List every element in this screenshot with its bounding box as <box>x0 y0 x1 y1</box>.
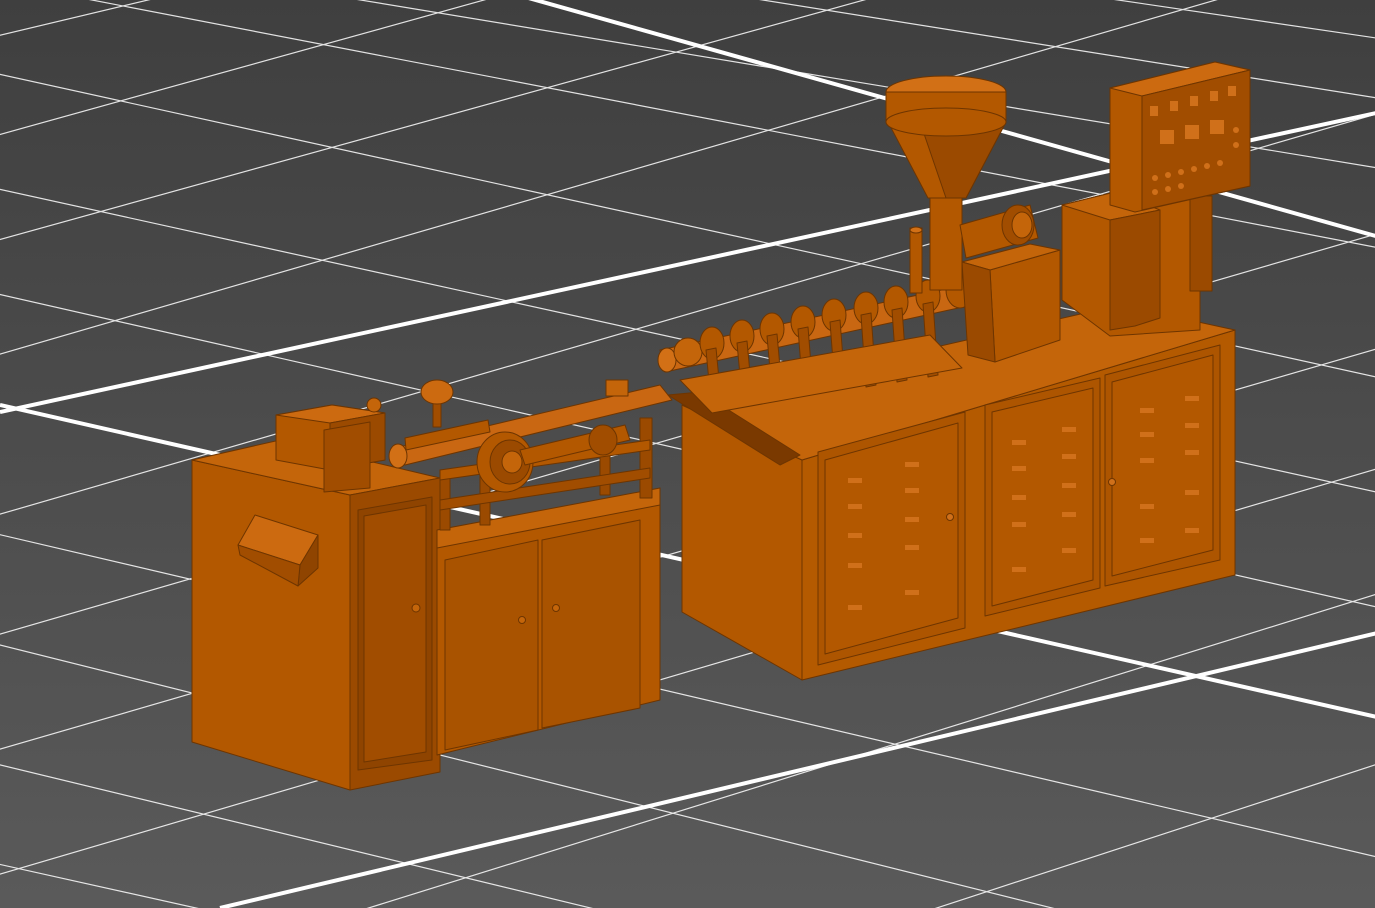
3d-scene[interactable] <box>0 0 1375 908</box>
3d-model-viewport[interactable] <box>0 0 1375 908</box>
